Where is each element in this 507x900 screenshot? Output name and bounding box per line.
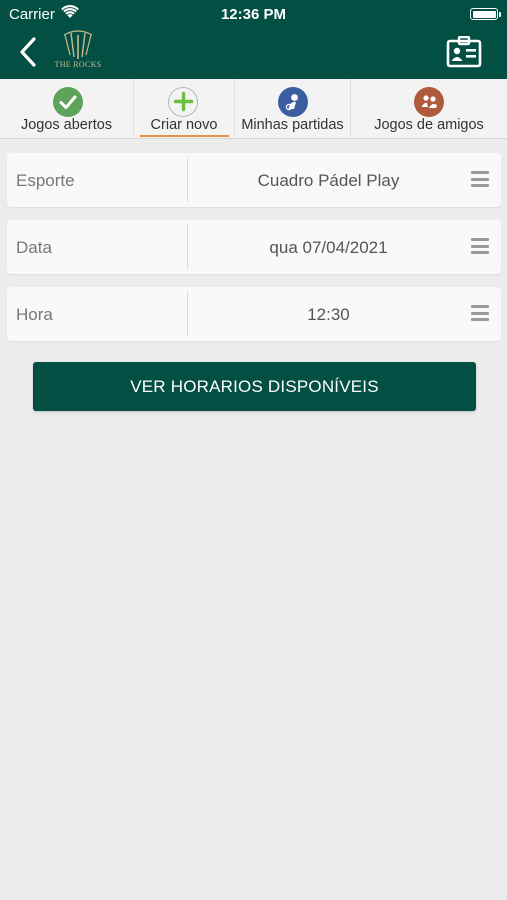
menu-icon[interactable] xyxy=(471,170,489,188)
date-value: qua 07/04/2021 xyxy=(269,238,388,257)
back-button[interactable] xyxy=(14,36,44,68)
id-card-icon xyxy=(446,35,482,68)
app-header: Carrier 12:36 PM THE ROCKS xyxy=(0,0,507,79)
tab-label: Jogos de amigos xyxy=(374,117,484,133)
time-selector[interactable]: Hora 12:30 xyxy=(7,287,501,341)
user-ball-icon xyxy=(278,87,308,117)
palm-logo-icon xyxy=(63,30,93,59)
battery-tip xyxy=(499,12,501,17)
battery-icon xyxy=(470,8,498,20)
selected-tab-indicator xyxy=(140,135,229,137)
time-value: 12:30 xyxy=(307,305,350,324)
tab-minhas-partidas[interactable]: Minhas partidas xyxy=(235,79,350,139)
plus-icon xyxy=(168,87,198,117)
friends-icon xyxy=(414,87,444,117)
sport-selector[interactable]: Esporte Cuadro Pádel Play xyxy=(7,153,501,207)
tab-bar: Jogos abertos Criar novo Minhas partidas xyxy=(0,79,507,139)
check-icon xyxy=(53,87,83,117)
status-time: 12:36 PM xyxy=(220,6,287,23)
tab-jogos-de-amigos[interactable]: Jogos de amigos xyxy=(351,79,507,139)
chevron-left-icon xyxy=(20,37,36,67)
member-card-button[interactable] xyxy=(446,35,482,68)
sport-value: Cuadro Pádel Play xyxy=(257,171,400,190)
time-label: Hora xyxy=(16,305,53,324)
date-label: Data xyxy=(16,238,52,257)
status-bar: Carrier 12:36 PM xyxy=(0,0,507,28)
tab-criar-novo[interactable]: Criar novo xyxy=(134,79,234,139)
sport-label: Esporte xyxy=(16,171,75,190)
view-available-times-button[interactable]: VER HORARIOS DISPONÍVEIS xyxy=(33,362,476,411)
tab-label: Jogos abertos xyxy=(20,117,113,133)
menu-icon[interactable] xyxy=(471,237,489,255)
menu-icon[interactable] xyxy=(471,304,489,322)
tab-label: Criar novo xyxy=(150,117,218,133)
tab-jogos-abertos[interactable]: Jogos abertos xyxy=(0,79,133,139)
club-logo: THE ROCKS xyxy=(50,29,106,75)
logo-text: THE ROCKS xyxy=(54,60,102,69)
date-selector[interactable]: Data qua 07/04/2021 xyxy=(7,220,501,274)
tab-label: Minhas partidas xyxy=(241,117,344,133)
